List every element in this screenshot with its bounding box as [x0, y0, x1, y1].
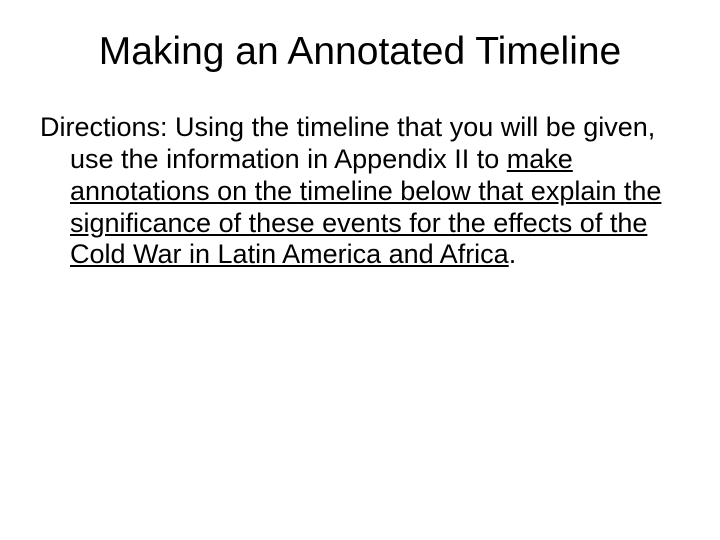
directions-paragraph: Directions: Using the timeline that you …: [40, 112, 680, 271]
slide-title: Making an Annotated Timeline: [40, 30, 680, 74]
body-post: .: [509, 239, 517, 269]
directions-label: Directions:: [40, 112, 168, 142]
